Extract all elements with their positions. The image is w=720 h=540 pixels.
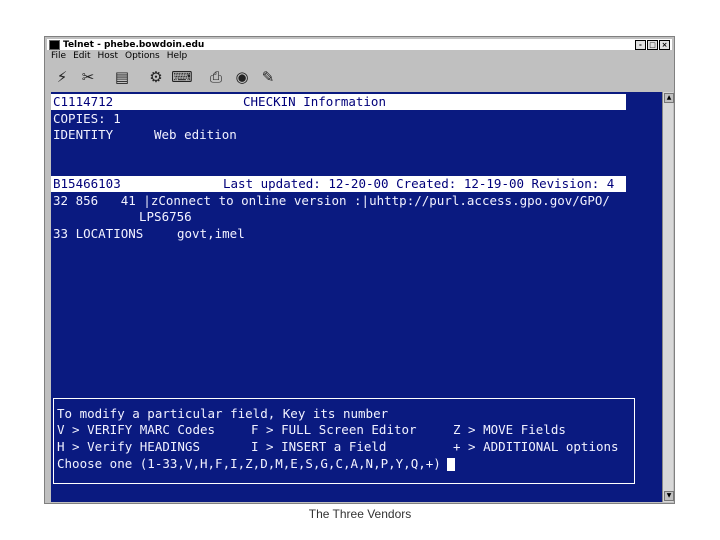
identity-value: Web edition: [154, 127, 237, 142]
command-full-editor[interactable]: F > FULL Screen Editor: [251, 422, 417, 438]
scroll-down-icon[interactable]: ▼: [664, 491, 674, 501]
toolbar: ⚡ ✂ ▤ ⚙ ⌨ ⎙ ◉ ✎: [51, 65, 279, 89]
close-button[interactable]: ×: [659, 40, 670, 50]
record1-id: C1114712: [53, 94, 114, 109]
record1-header-bar: C1114712 CHECKIN Information: [51, 94, 626, 110]
record2-meta: Last updated: 12-20-00 Created: 12-19-00…: [223, 176, 615, 191]
terminal-icon[interactable]: ▤: [111, 67, 133, 87]
text-cursor: [446, 458, 455, 471]
menu-options[interactable]: Options: [125, 51, 160, 63]
command-intro: To modify a particular field, Key its nu…: [57, 406, 389, 421]
telnet-window: Telnet - phebe.bowdoin.edu - □ × File Ed…: [44, 36, 675, 504]
copies-line: COPIES: 1: [53, 111, 121, 126]
connect-icon[interactable]: ⚡: [51, 67, 73, 87]
field-856-line: 32 856 41 |zConnect to online version :|…: [53, 193, 610, 208]
network-icon[interactable]: ◉: [231, 67, 253, 87]
field-856-continuation: LPS6756: [139, 209, 192, 224]
maximize-button[interactable]: □: [647, 40, 658, 50]
window-controls: - □ ×: [635, 40, 670, 50]
command-prompt-line[interactable]: Choose one (1-33,V,H,F,I,Z,D,M,E,S,G,C,A…: [57, 456, 455, 472]
print-icon[interactable]: ⎙: [205, 67, 227, 87]
locations-value: govt,imel: [177, 226, 245, 241]
scroll-up-icon[interactable]: ▲: [664, 93, 674, 103]
record2-id: B15466103: [53, 176, 121, 191]
menu-file[interactable]: File: [51, 51, 66, 63]
telnet-app-icon: [49, 39, 60, 50]
settings-icon[interactable]: ⚙: [145, 67, 167, 87]
locations-label: 33 LOCATIONS: [53, 226, 144, 241]
menu-edit[interactable]: Edit: [73, 51, 90, 63]
command-verify-headings[interactable]: H > Verify HEADINGS: [57, 439, 200, 455]
command-additional-options[interactable]: + > ADDITIONAL options: [453, 439, 619, 455]
command-prompt: Choose one (1-33,V,H,F,I,Z,D,M,E,S,G,C,A…: [57, 456, 441, 471]
minimize-button[interactable]: -: [635, 40, 646, 50]
vertical-scrollbar[interactable]: ▲ ▼: [662, 92, 674, 502]
menu-bar: File Edit Host Options Help: [51, 51, 187, 63]
identity-label: IDENTITY: [53, 127, 114, 142]
record2-header-bar: B15466103 Last updated: 12-20-00 Created…: [51, 176, 626, 192]
keyboard-icon[interactable]: ⌨: [171, 67, 193, 87]
command-verify-marc[interactable]: V > VERIFY MARC Codes: [57, 422, 215, 438]
command-move-fields[interactable]: Z > MOVE Fields: [453, 422, 566, 438]
window-title: Telnet - phebe.bowdoin.edu: [63, 39, 205, 50]
command-insert-field[interactable]: I > INSERT a Field: [251, 439, 386, 455]
record1-title: CHECKIN Information: [243, 94, 386, 109]
title-bar: Telnet - phebe.bowdoin.edu - □ ×: [47, 39, 672, 50]
tools-icon[interactable]: ✎: [257, 67, 279, 87]
slide-caption: The Three Vendors: [308, 507, 412, 521]
menu-help[interactable]: Help: [167, 51, 188, 63]
menu-host[interactable]: Host: [98, 51, 119, 63]
disconnect-icon[interactable]: ✂: [77, 67, 99, 87]
terminal-screen[interactable]: C1114712 CHECKIN Information COPIES: 1 I…: [51, 92, 662, 502]
